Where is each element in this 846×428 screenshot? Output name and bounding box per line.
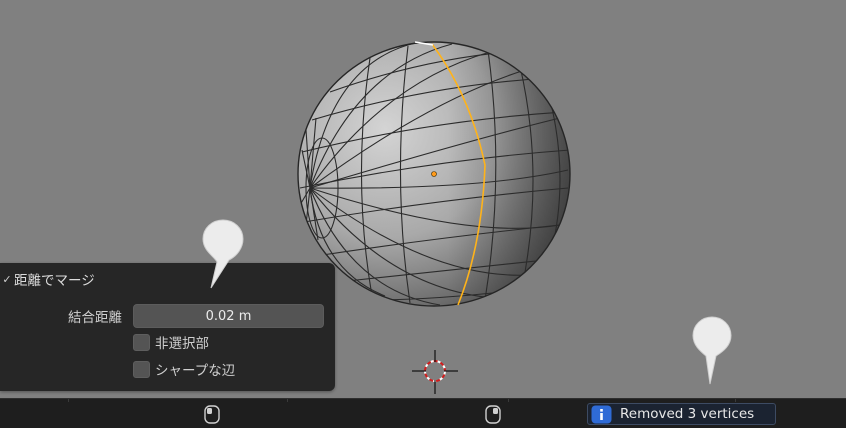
unselected-label: 非選択部	[155, 336, 209, 352]
report-text: Removed 3 vertices	[620, 406, 755, 422]
mouse-right-button-icon	[485, 405, 501, 424]
status-divider	[68, 399, 69, 402]
merge-distance-field[interactable]: 0.02 m	[133, 304, 324, 328]
sharp-edges-checkbox-row[interactable]: シャープな辺	[133, 359, 235, 379]
pin-marker-icon	[202, 219, 244, 289]
panel-title: 距離でマージ	[14, 273, 95, 289]
uv-sphere-mesh[interactable]	[297, 41, 571, 307]
sharp-edges-checkbox[interactable]	[133, 360, 150, 378]
merge-distance-label: 結合距離	[68, 310, 122, 326]
mesh-origin-dot	[431, 171, 437, 177]
report-message[interactable]: Removed 3 vertices	[587, 403, 776, 425]
info-icon	[591, 405, 612, 424]
status-divider	[287, 399, 288, 402]
status-divider	[508, 399, 509, 402]
chevron-down-icon[interactable]: ✓	[0, 273, 14, 286]
unselected-checkbox[interactable]	[133, 333, 150, 351]
status-bar: Removed 3 vertices	[0, 398, 846, 428]
pin-marker-icon	[692, 316, 732, 385]
adjust-last-operation-panel: ✓ 距離でマージ 結合距離 0.02 m 非選択部 シャープな辺	[0, 263, 335, 391]
sharp-edges-label: シャープな辺	[155, 363, 236, 379]
mouse-left-button-icon	[204, 405, 220, 424]
3d-cursor-icon[interactable]	[412, 350, 458, 394]
unselected-checkbox-row[interactable]: 非選択部	[133, 332, 209, 352]
panel-header[interactable]: ✓ 距離でマージ	[0, 269, 95, 290]
status-divider	[735, 399, 736, 402]
